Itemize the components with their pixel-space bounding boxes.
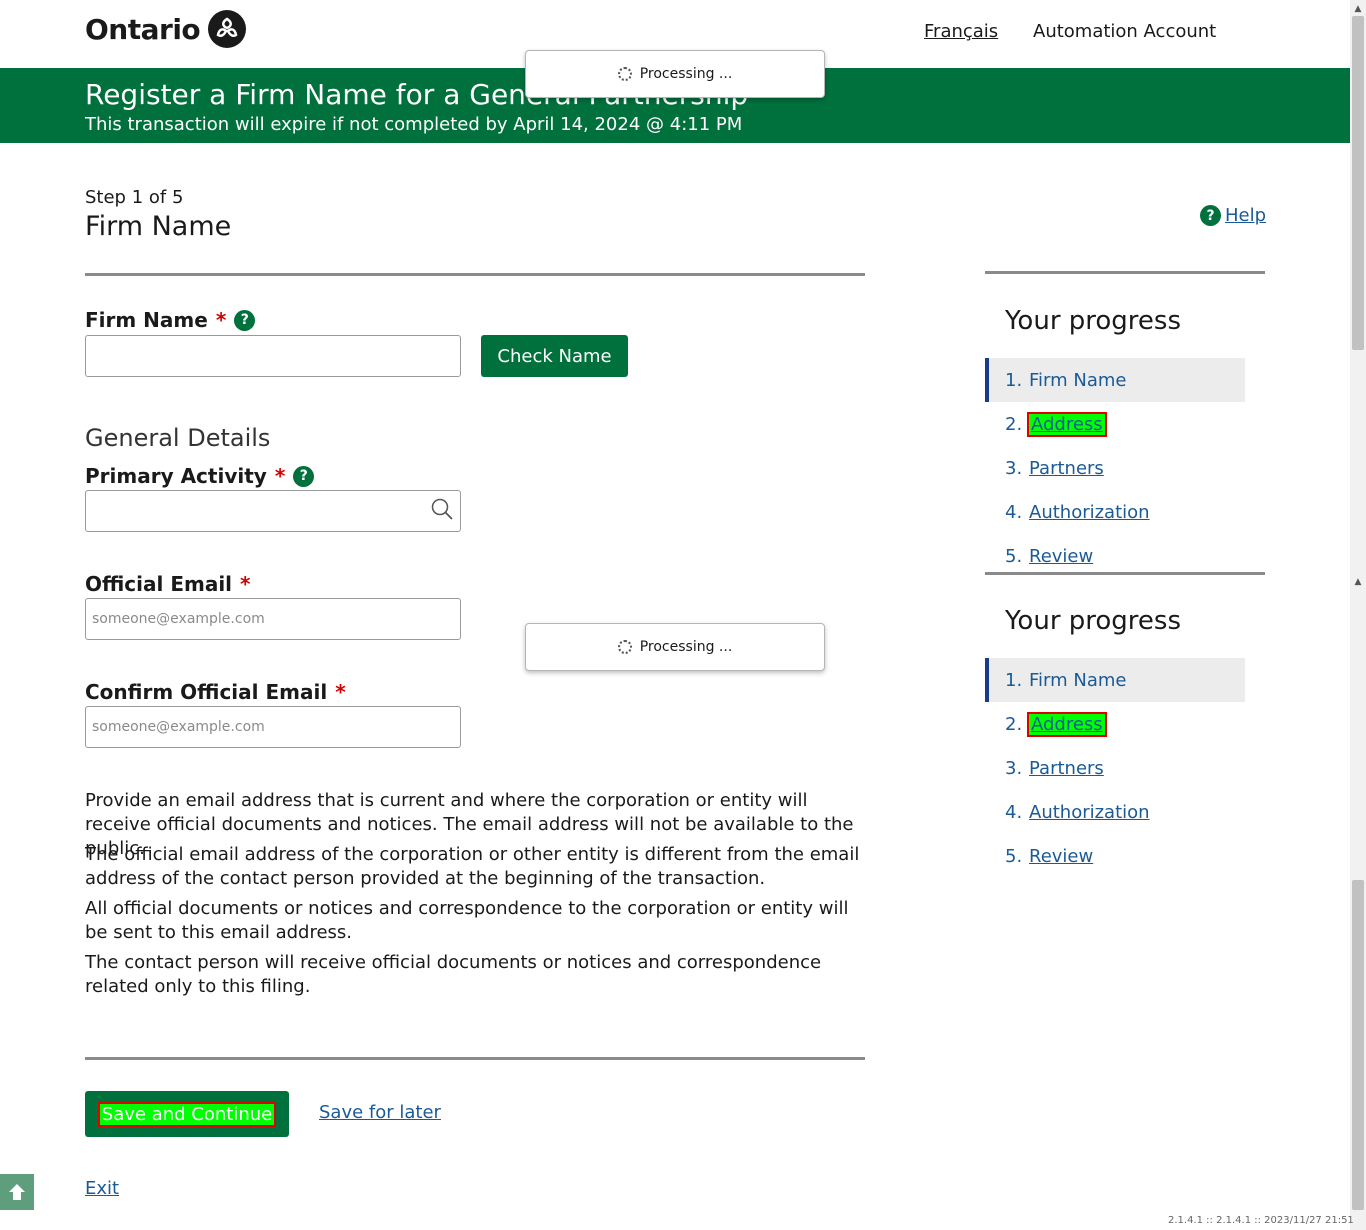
arrow-up-icon [9, 1184, 25, 1200]
question-circle-icon: ? [1200, 205, 1221, 226]
required-marker: * [335, 680, 346, 704]
progress-item-number: 1. [1005, 669, 1023, 691]
progress-item-link[interactable]: Authorization [1029, 502, 1150, 523]
progress-item-firm-name: 1. Firm Name [985, 658, 1245, 702]
progress-item-address[interactable]: 2. Address [985, 402, 1245, 446]
info-paragraph: The contact person will receive official… [85, 952, 822, 997]
back-to-top-button[interactable] [0, 1174, 34, 1210]
primary-activity-input[interactable] [85, 490, 461, 532]
progress-item-link[interactable]: Review [1029, 546, 1093, 567]
divider [985, 271, 1265, 274]
save-for-later-link[interactable]: Save for later [319, 1102, 441, 1123]
required-marker: * [240, 572, 251, 596]
progress-item-number: 3. [1005, 757, 1023, 779]
trillium-icon [208, 10, 247, 48]
confirm-email-input[interactable] [85, 706, 461, 748]
progress-item-link[interactable]: Address [1027, 411, 1107, 437]
official-email-label: Official Email * [85, 572, 251, 596]
progress-item-number: 5. [1005, 545, 1023, 567]
firm-name-label: Firm Name * ? [85, 308, 256, 332]
progress-item-link[interactable]: Address [1027, 711, 1107, 737]
help-label: Help [1225, 205, 1267, 226]
progress-item-number: 1. [1005, 369, 1023, 391]
progress-item-number: 2. [1005, 413, 1023, 435]
scrollbar-thumb[interactable] [1352, 16, 1364, 350]
progress-item-address[interactable]: 2. Address [985, 702, 1245, 746]
progress-title: Your progress [1005, 606, 1182, 636]
progress-item-number: 3. [1005, 457, 1023, 479]
progress-item-authorization[interactable]: 4. Authorization [985, 790, 1245, 834]
info-paragraph: The official email address of the corpor… [85, 844, 860, 889]
firm-name-input[interactable] [85, 335, 461, 377]
spinner-icon [617, 640, 632, 654]
banner-subtitle: This transaction will expire if not comp… [85, 114, 743, 135]
progress-item-label: Firm Name [1029, 669, 1127, 691]
save-and-continue-button[interactable]: Save and Continue [85, 1091, 289, 1137]
page-scrollbar[interactable]: ▲ ▲ [1350, 0, 1366, 1230]
progress-item-partners[interactable]: 3. Partners [985, 446, 1245, 490]
primary-activity-label-text: Primary Activity [85, 464, 267, 488]
progress-item-link[interactable]: Authorization [1029, 802, 1150, 823]
scrollbar-thumb[interactable] [1352, 880, 1364, 1210]
progress-item-authorization[interactable]: 4. Authorization [985, 490, 1245, 534]
divider [85, 273, 865, 276]
progress-item-review[interactable]: 5. Review [985, 834, 1245, 878]
confirm-email-label-text: Confirm Official Email [85, 680, 328, 704]
spinner-icon [617, 67, 632, 81]
progress-item-number: 2. [1005, 713, 1023, 735]
progress-item-number: 4. [1005, 501, 1023, 523]
search-icon[interactable] [431, 498, 453, 520]
scroll-up-arrow-icon[interactable]: ▲ [1352, 577, 1364, 587]
progress-title: Your progress [1005, 306, 1182, 336]
logo-text: Ontario [85, 12, 201, 46]
required-marker: * [215, 308, 227, 332]
language-toggle-link[interactable]: Français [924, 21, 998, 42]
official-email-input[interactable] [85, 598, 461, 640]
exit-link[interactable]: Exit [85, 1178, 119, 1199]
progress-item-link[interactable]: Review [1029, 846, 1093, 867]
processing-text: Processing ... [639, 639, 733, 655]
save-and-continue-label: Save and Continue [97, 1101, 277, 1127]
processing-text: Processing ... [639, 66, 733, 82]
step-indicator: Step 1 of 5 [85, 187, 184, 208]
firm-name-label-text: Firm Name [85, 308, 208, 332]
progress-item-partners[interactable]: 3. Partners [985, 746, 1245, 790]
question-circle-icon[interactable]: ? [234, 309, 256, 331]
progress-item-number: 4. [1005, 801, 1023, 823]
required-marker: * [274, 464, 286, 488]
page-title: Firm Name [85, 211, 232, 242]
account-name[interactable]: Automation Account [1033, 21, 1216, 42]
general-details-heading: General Details [85, 424, 271, 452]
scroll-up-arrow-icon[interactable]: ▲ [1352, 4, 1364, 14]
primary-activity-label: Primary Activity * ? [85, 464, 315, 488]
progress-item-link[interactable]: Partners [1029, 458, 1104, 479]
divider [85, 1057, 865, 1060]
confirm-email-label: Confirm Official Email * [85, 680, 346, 704]
processing-dialog: Processing ... [525, 623, 825, 671]
progress-item-link[interactable]: Partners [1029, 758, 1104, 779]
divider [985, 572, 1265, 575]
processing-dialog: Processing ... [525, 50, 825, 98]
official-email-label-text: Official Email [85, 572, 233, 596]
help-link[interactable]: ? Help [1200, 205, 1266, 226]
version-text: 2.1.4.1 :: 2.1.4.1 :: 2023/11/27 21:51 [1168, 1215, 1354, 1226]
progress-item-number: 5. [1005, 845, 1023, 867]
question-circle-icon[interactable]: ? [293, 465, 315, 487]
ontario-logo[interactable]: Ontario [85, 10, 247, 48]
progress-item-label: Firm Name [1029, 369, 1127, 391]
progress-item-firm-name: 1. Firm Name [985, 358, 1245, 402]
check-name-button[interactable]: Check Name [481, 335, 628, 377]
info-paragraph: All official documents or notices and co… [85, 898, 849, 943]
